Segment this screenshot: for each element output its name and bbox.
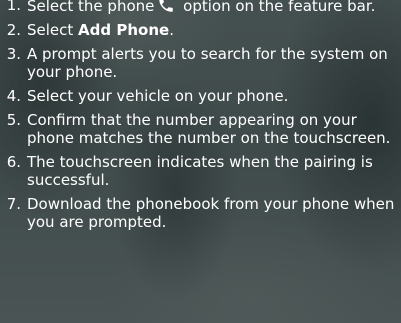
step-text: A prompt alerts you to search for the sy…	[27, 45, 388, 81]
step-text: Select Add Phone.	[27, 21, 401, 39]
step-number: 4.	[6, 87, 21, 105]
step-number: 2.	[6, 21, 21, 39]
step-6: 6. The touchscreen indicates when the pa…	[0, 153, 401, 189]
step-number: 3.	[6, 45, 21, 63]
step-text-before: Select	[27, 21, 79, 39]
step-5: 5. Confirm that the number appearing on …	[0, 111, 401, 147]
step-number: 1.	[6, 0, 21, 14]
step-7: 7. Download the phonebook from your phon…	[0, 195, 401, 231]
phone-icon	[159, 0, 174, 12]
step-text: Select the phone option on the feature b…	[27, 0, 401, 15]
step-4: 4. Select your vehicle on your phone.	[0, 87, 401, 105]
step-number: 6.	[6, 153, 21, 171]
step-text-after: .	[169, 21, 174, 39]
step-text-before: Select the phone	[27, 0, 155, 15]
step-text: Confirm that the number appearing on you…	[27, 111, 391, 147]
step-text: Select your vehicle on your phone.	[27, 87, 289, 105]
step-number: 7.	[6, 195, 21, 213]
step-1: 1. Select the phone option on the featur…	[0, 0, 401, 15]
add-phone-label: Add Phone	[78, 21, 170, 39]
step-text: Download the phonebook from your phone w…	[27, 195, 395, 231]
step-number: 5.	[6, 111, 21, 129]
pairing-steps-list: 1. Select the phone option on the featur…	[0, 0, 401, 237]
step-text: The touchscreen indicates when the pairi…	[27, 153, 373, 189]
step-text-after: option on the feature bar.	[178, 0, 376, 15]
step-3: 3. A prompt alerts you to search for the…	[0, 45, 401, 81]
step-2: 2. Select Add Phone.	[0, 21, 401, 39]
